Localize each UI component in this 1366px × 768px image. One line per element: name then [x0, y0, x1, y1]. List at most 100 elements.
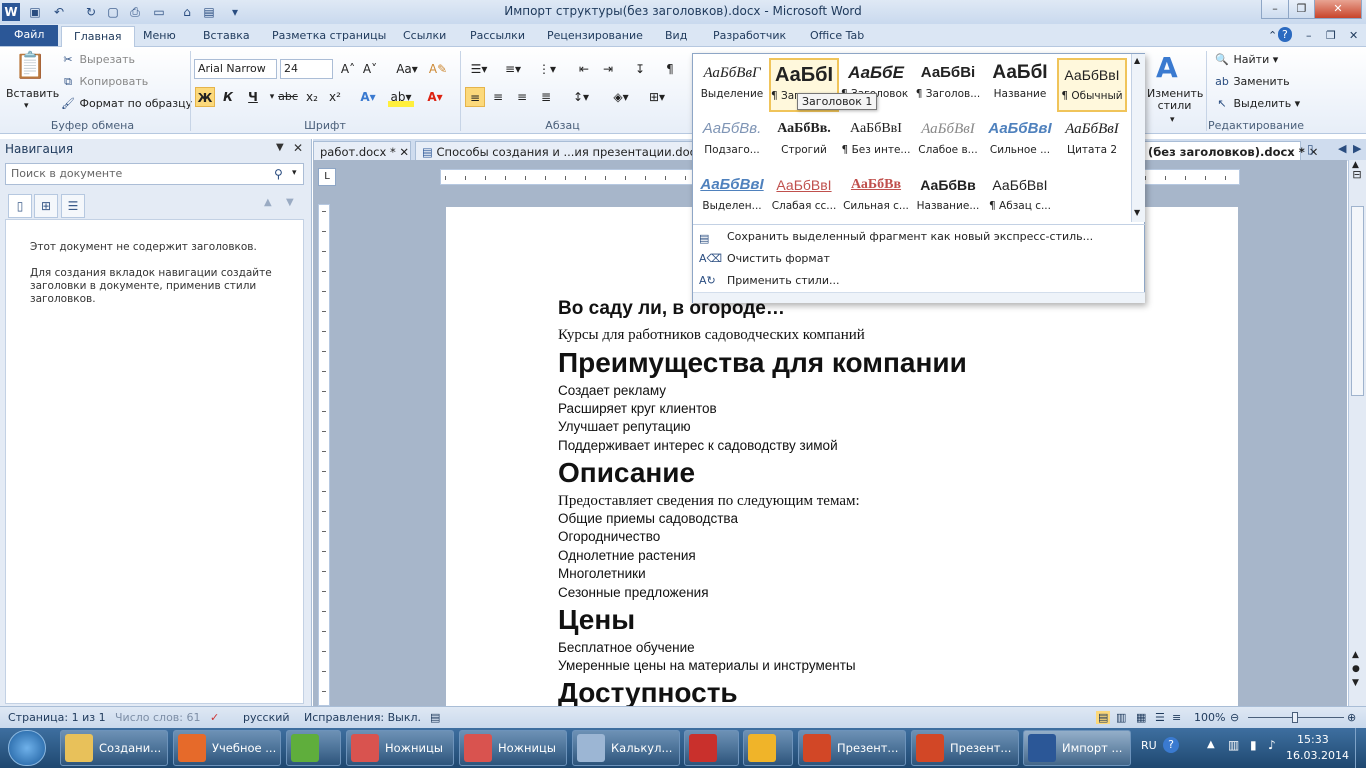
style-item[interactable]: АаБбВвІ Цитата 2: [1057, 114, 1127, 168]
clear-format-item[interactable]: Очистить формат: [727, 252, 830, 265]
bullets-icon[interactable]: ☰▾: [466, 59, 492, 79]
doc-paragraph[interactable]: Поддерживает интерес к садоводству зимой: [558, 438, 838, 453]
apply-styles-item[interactable]: Применить стили...: [727, 274, 839, 287]
gallery-scrollbar[interactable]: ▲ ▼: [1131, 54, 1145, 222]
taskbar-item[interactable]: Создани...: [60, 730, 168, 766]
pane-options-icon[interactable]: ▼: [276, 142, 284, 153]
tab-pages-icon[interactable]: ⊞: [34, 194, 58, 218]
zoom-thumb[interactable]: [1292, 712, 1298, 723]
doc-paragraph[interactable]: Создает рекламу: [558, 383, 666, 398]
tab-insert[interactable]: Вставка: [197, 28, 256, 47]
format-painter-button[interactable]: 🖌 Формат по образцу: [60, 97, 192, 110]
doc-paragraph[interactable]: Бесплатное обучение: [558, 640, 695, 655]
web-layout-icon[interactable]: ▦: [1136, 711, 1146, 724]
network-icon[interactable]: ▥: [1228, 738, 1239, 752]
nav-search-input[interactable]: Поиск в документе: [5, 163, 304, 185]
taskbar-item[interactable]: Презент...: [798, 730, 906, 766]
clock-time[interactable]: 15:33: [1297, 733, 1329, 746]
line-spacing-icon[interactable]: ↕▾: [568, 87, 594, 107]
font-name-combo[interactable]: Arial Narrow: [194, 59, 277, 79]
full-screen-icon[interactable]: ▥: [1116, 711, 1126, 724]
taskbar-item[interactable]: Ножницы: [459, 730, 567, 766]
tab-selector-icon[interactable]: L: [318, 168, 336, 186]
borders-icon[interactable]: ⊞▾: [644, 87, 670, 107]
style-item[interactable]: АаБбВвІ ¶ Обычный: [1057, 58, 1127, 112]
increase-indent-icon[interactable]: ⇥: [598, 59, 618, 79]
close-pane-icon[interactable]: ✕: [293, 141, 303, 155]
tab-file[interactable]: Файл: [0, 25, 59, 46]
style-item[interactable]: АаБбВі ¶ Заголов...: [913, 58, 983, 112]
taskbar-item[interactable]: Ножницы: [346, 730, 454, 766]
clear-formatting-icon[interactable]: A✎: [428, 59, 448, 79]
decrease-indent-icon[interactable]: ⇤: [574, 59, 594, 79]
minimize-icon[interactable]: –: [1261, 0, 1289, 19]
align-right-icon[interactable]: ≡: [512, 87, 532, 107]
style-item[interactable]: АаБбВвІ Сильное ...: [985, 114, 1055, 168]
scroll-thumb[interactable]: [1351, 206, 1364, 396]
doc-paragraph[interactable]: Курсы для работников садоводческих компа…: [558, 327, 865, 344]
copy-button[interactable]: ⧉ Копировать: [60, 75, 148, 89]
subscript-button[interactable]: x₂: [302, 87, 322, 107]
new-tab-icon[interactable]: ▯: [1307, 142, 1314, 156]
font-color-icon[interactable]: A▾: [422, 87, 448, 107]
style-item[interactable]: АаБбВв. Строгий: [769, 114, 839, 168]
volume-icon[interactable]: ♪: [1268, 738, 1276, 752]
numbering-icon[interactable]: ≡▾: [500, 59, 526, 79]
gallery-up-icon[interactable]: ▲: [1134, 56, 1140, 65]
underline-button[interactable]: Ч: [243, 87, 263, 107]
italic-button[interactable]: К: [218, 87, 238, 107]
prev-icon[interactable]: ▲: [264, 197, 272, 208]
doc-paragraph[interactable]: Сезонные предложения: [558, 585, 709, 600]
grow-font-icon[interactable]: A˄: [338, 59, 358, 79]
doc-paragraph[interactable]: Многолетники: [558, 566, 646, 581]
select-button[interactable]: ↖ Выделить ▾: [1214, 97, 1300, 110]
doc-close-icon[interactable]: ✕: [1343, 28, 1364, 47]
tab-headings-icon[interactable]: ▯: [8, 194, 32, 218]
doc-restore-icon[interactable]: ❐: [1320, 28, 1342, 47]
vertical-scrollbar[interactable]: ▲ ▲ ● ▼: [1348, 160, 1366, 706]
tab-results-icon[interactable]: ☰: [61, 194, 85, 218]
draft-icon[interactable]: ≡: [1172, 711, 1181, 724]
text-effects-icon[interactable]: A▾: [358, 87, 378, 107]
show-marks-icon[interactable]: ¶: [660, 59, 680, 79]
strikethrough-button[interactable]: abc: [278, 87, 298, 107]
print-layout-icon[interactable]: ▤: [1096, 711, 1111, 724]
doc-tab[interactable]: ▤ Способы создания и ...ия презентации.d…: [415, 141, 716, 161]
change-case-icon[interactable]: Aa▾: [394, 59, 420, 79]
macro-icon[interactable]: ▤: [430, 711, 440, 724]
tab-menu[interactable]: Меню: [137, 28, 182, 47]
search-icon[interactable]: ⚲: [274, 167, 283, 181]
view-ruler-icon[interactable]: ⊟: [1348, 168, 1366, 188]
doc-heading[interactable]: Доступность: [558, 677, 738, 709]
word-count[interactable]: Число слов: 61: [115, 711, 201, 724]
style-item[interactable]: АаБбВв Сильная с...: [841, 170, 911, 224]
tab-review[interactable]: Рецензирование: [541, 28, 649, 47]
vertical-ruler[interactable]: [318, 204, 330, 706]
style-item[interactable]: АаБбВвІ Слабое в...: [913, 114, 983, 168]
search-dropdown-icon[interactable]: ▾: [292, 168, 297, 178]
next-page-icon[interactable]: ▼: [1352, 678, 1359, 688]
doc-heading[interactable]: Преимущества для компании: [558, 347, 967, 379]
shrink-font-icon[interactable]: A˅: [360, 59, 380, 79]
tab-references[interactable]: Ссылки: [397, 28, 452, 47]
doc-paragraph[interactable]: Огородничество: [558, 529, 660, 544]
taskbar-item[interactable]: Калькул...: [572, 730, 680, 766]
prev-page-icon[interactable]: ▲: [1352, 650, 1359, 660]
taskbar-item[interactable]: [684, 730, 739, 766]
gallery-down-icon[interactable]: ▼: [1134, 208, 1140, 217]
doc-paragraph[interactable]: Умеренные цены на материалы и инструмент…: [558, 658, 856, 673]
font-size-combo[interactable]: 24: [280, 59, 333, 79]
zoom-level[interactable]: 100%: [1194, 711, 1225, 724]
change-styles-dropdown-icon[interactable]: ▾: [1170, 115, 1175, 125]
taskbar-item[interactable]: Импорт ...: [1023, 730, 1131, 766]
doc-minimize-icon[interactable]: –: [1300, 28, 1318, 47]
change-styles-icon[interactable]: A: [1156, 51, 1178, 84]
start-button[interactable]: [8, 730, 46, 766]
help-icon[interactable]: ?: [1278, 27, 1292, 42]
style-item[interactable]: АаБбВв Название...: [913, 170, 983, 224]
tab-mailings[interactable]: Рассылки: [464, 28, 531, 47]
maximize-icon[interactable]: ❐: [1288, 0, 1315, 19]
bold-button[interactable]: Ж: [195, 87, 215, 107]
style-item[interactable]: АаБбВвІ ¶ Без инте...: [841, 114, 911, 168]
superscript-button[interactable]: x²: [325, 87, 345, 107]
